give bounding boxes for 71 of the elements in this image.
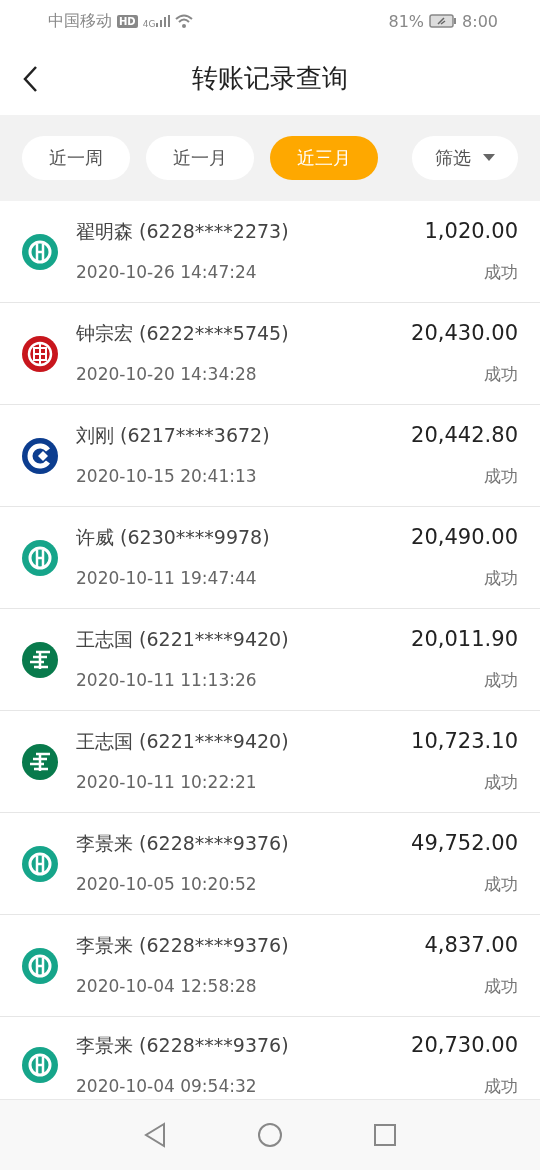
transfer-amount: 20,490.00	[411, 525, 518, 549]
transfer-record[interactable]: 刘刚 (6217****3672) 20,442.80 2020-10-15 20:41:13 成功	[0, 405, 540, 507]
transfer-status: 成功	[484, 363, 518, 386]
back-nav-icon[interactable]	[143, 1122, 167, 1148]
payee-name: 李景来 (6228****9376)	[76, 1032, 289, 1058]
transfer-record[interactable]: 翟明森 (6228****2273) 1,020.00 2020-10-26 14:47:24 成功	[0, 201, 540, 303]
transfer-record[interactable]: 李景来 (6228****9376) 20,730.00 2020-10-04 09:54:32 成功	[0, 1017, 540, 1099]
transfer-time: 2020-10-15 20:41:13	[76, 466, 257, 486]
payee-name: 许威 (6230****9978)	[76, 525, 270, 550]
transfer-status: 成功	[484, 975, 518, 998]
recents-nav-icon[interactable]	[373, 1123, 397, 1147]
bank-logo-icon	[22, 539, 58, 576]
transfer-time: 2020-10-04 09:54:32	[76, 1075, 257, 1096]
bank-logo-icon	[22, 437, 58, 474]
payee-name: 刘刚 (6217****3672)	[76, 423, 270, 448]
transfer-record[interactable]: 李景来 (6228****9376) 4,837.00 2020-10-04 12:58:28 成功	[0, 915, 540, 1017]
payee-name: 李景来 (6228****9376)	[76, 831, 289, 856]
bank-logo-icon	[22, 641, 58, 678]
transfer-status: 成功	[484, 771, 518, 794]
bank-logo-icon	[22, 845, 58, 882]
home-nav-icon[interactable]	[257, 1122, 283, 1148]
transfer-time: 2020-10-11 11:13:26	[76, 670, 257, 690]
payee-name: 钟宗宏 (6222****5745)	[76, 321, 289, 346]
caret-icon	[483, 154, 495, 162]
transfer-amount: 10,723.10	[411, 729, 518, 753]
hd-badge: HD	[117, 14, 138, 28]
payee-name: 李景来 (6228****9376)	[76, 933, 289, 958]
transfer-record[interactable]: 钟宗宏 (6222****5745) 20,430.00 2020-10-20 14:34:28 成功	[0, 303, 540, 405]
transfer-time: 2020-10-20 14:34:28	[76, 364, 257, 384]
signal-icon	[156, 15, 171, 27]
transfer-status: 成功	[484, 261, 518, 284]
transfer-record[interactable]: 王志国 (6221****9420) 10,723.10 2020-10-11 10:22:21 成功	[0, 711, 540, 813]
transfer-amount: 20,730.00	[411, 1032, 518, 1057]
payee-name: 王志国 (6221****9420)	[76, 627, 289, 652]
wifi-icon	[175, 14, 194, 28]
back-icon[interactable]	[22, 64, 38, 93]
transfer-amount: 4,837.00	[424, 933, 518, 957]
payee-name: 王志国 (6221****9420)	[76, 729, 289, 754]
filter-button[interactable]: 筛选	[412, 136, 518, 180]
page-title: 转账记录查询	[192, 62, 348, 95]
transfer-status: 成功	[484, 1074, 518, 1098]
bank-logo-icon	[22, 335, 58, 372]
transfer-record[interactable]: 许威 (6230****9978) 20,490.00 2020-10-11 19:47:44 成功	[0, 507, 540, 609]
bank-logo-icon	[22, 233, 58, 270]
bank-logo-icon	[22, 1047, 58, 1083]
transfer-time: 2020-10-04 12:58:28	[76, 976, 257, 996]
transfer-time: 2020-10-11 19:47:44	[76, 568, 257, 588]
transfer-time: 2020-10-26 14:47:24	[76, 262, 257, 282]
transfer-amount: 20,011.90	[411, 627, 518, 651]
period-tab[interactable]: 近一月	[146, 136, 254, 180]
transfer-amount: 20,442.80	[411, 423, 518, 447]
transfer-amount: 20,430.00	[411, 321, 518, 345]
bank-logo-icon	[22, 743, 58, 780]
transfer-status: 成功	[484, 465, 518, 488]
network-type: 4G	[142, 18, 156, 29]
battery-percent: 81%	[388, 11, 425, 31]
transfer-time: 2020-10-05 10:20:52	[76, 874, 257, 894]
battery-icon	[429, 14, 458, 28]
carrier-name: 中国移动	[48, 10, 112, 32]
payee-name: 翟明森 (6228****2273)	[76, 219, 289, 244]
bank-logo-icon	[22, 947, 58, 984]
transfer-status: 成功	[484, 669, 518, 692]
transfer-time: 2020-10-11 10:22:21	[76, 772, 257, 792]
transfer-record[interactable]: 王志国 (6221****9420) 20,011.90 2020-10-11 11:13:26 成功	[0, 609, 540, 711]
transfer-amount: 1,020.00	[424, 219, 518, 243]
transfer-amount: 49,752.00	[411, 831, 518, 855]
clock-time: 8:00	[462, 11, 498, 31]
period-tab[interactable]: 近一周	[22, 136, 130, 180]
transfer-record[interactable]: 李景来 (6228****9376) 49,752.00 2020-10-05 10:20:52 成功	[0, 813, 540, 915]
transfer-status: 成功	[484, 873, 518, 896]
transfer-status: 成功	[484, 567, 518, 590]
